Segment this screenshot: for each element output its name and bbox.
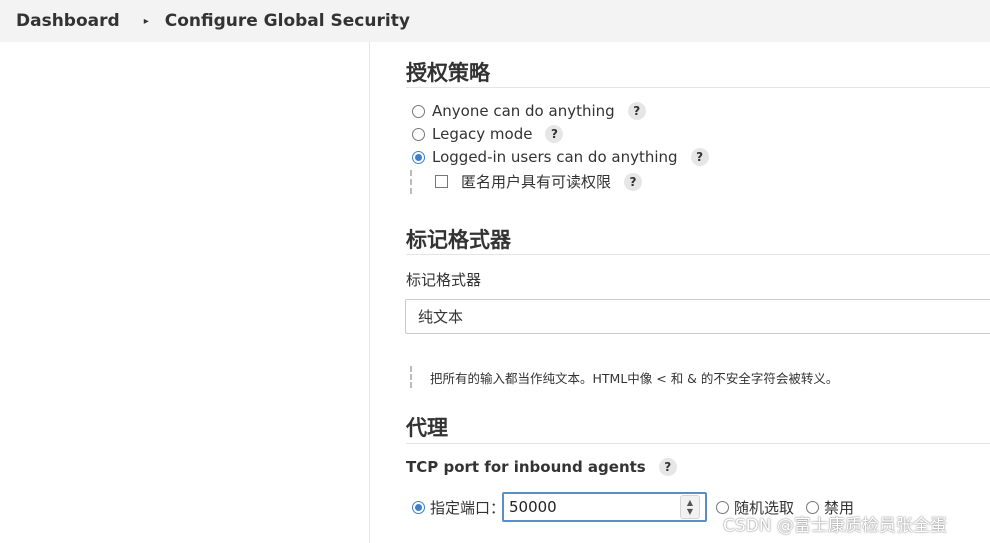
- markup-formatter-field-label: 标记格式器: [406, 271, 482, 289]
- help-icon[interactable]: ?: [658, 458, 677, 476]
- auth-option-anyone[interactable]: Anyone can do anything ?: [412, 102, 646, 120]
- breadcrumb-bar: Dashboard ▸ Configure Global Security: [0, 0, 990, 42]
- help-icon[interactable]: ?: [627, 102, 646, 120]
- auth-option-legacy[interactable]: Legacy mode ?: [412, 125, 564, 143]
- help-icon[interactable]: ?: [624, 172, 643, 191]
- section-divider: [406, 443, 990, 444]
- section-divider: [406, 254, 990, 255]
- agent-section-title: 代理: [406, 416, 448, 440]
- markup-formatter-select[interactable]: 纯文本: [405, 299, 990, 334]
- breadcrumb-separator-icon[interactable]: ▸: [144, 16, 149, 27]
- radio-legacy[interactable]: [412, 127, 425, 141]
- breadcrumb-dashboard[interactable]: Dashboard: [16, 11, 120, 31]
- port-fixed-label[interactable]: 指定端口：: [430, 497, 505, 518]
- sidebar-divider: [369, 42, 370, 543]
- port-number-input[interactable]: 50000 ▲ ▼: [502, 492, 707, 522]
- markup-formatter-description: 把所有的输入都当作纯文本。HTML中像 < 和 & 的不安全字符会被转义。: [430, 371, 839, 386]
- nested-options-guide: [410, 170, 412, 194]
- authorization-section-title: 授权策略: [406, 61, 490, 85]
- auth-option-logged-in-label[interactable]: Logged-in users can do anything: [432, 148, 678, 166]
- section-divider: [406, 87, 990, 88]
- help-icon[interactable]: ?: [545, 125, 564, 143]
- tcp-port-label: TCP port for inbound agents: [406, 458, 646, 476]
- auth-option-logged-in[interactable]: Logged-in users can do anything ?: [412, 148, 709, 166]
- description-guide: [410, 366, 412, 388]
- breadcrumb-configure-global-security[interactable]: Configure Global Security: [165, 11, 410, 31]
- watermark: CSDN @富士康质检员张全蛋: [723, 516, 947, 536]
- spinner-arrows-icon[interactable]: ▲ ▼: [680, 495, 700, 519]
- port-fixed-option[interactable]: 指定端口：: [412, 497, 505, 518]
- radio-port-fixed[interactable]: [412, 501, 425, 514]
- anonymous-read-option[interactable]: 匿名用户具有可读权限 ?: [435, 171, 643, 192]
- anonymous-read-label[interactable]: 匿名用户具有可读权限: [461, 171, 611, 192]
- auth-option-anyone-label[interactable]: Anyone can do anything: [432, 102, 615, 120]
- radio-anyone[interactable]: [412, 104, 425, 118]
- anonymous-read-checkbox[interactable]: [435, 175, 448, 188]
- tcp-port-row: TCP port for inbound agents ?: [406, 458, 677, 476]
- auth-option-legacy-label[interactable]: Legacy mode: [432, 125, 532, 143]
- markup-formatter-section-title: 标记格式器: [406, 228, 511, 252]
- radio-logged-in[interactable]: [412, 150, 425, 164]
- help-icon[interactable]: ?: [690, 148, 709, 166]
- markup-formatter-selected-value: 纯文本: [418, 308, 464, 326]
- port-value[interactable]: 50000: [504, 498, 680, 516]
